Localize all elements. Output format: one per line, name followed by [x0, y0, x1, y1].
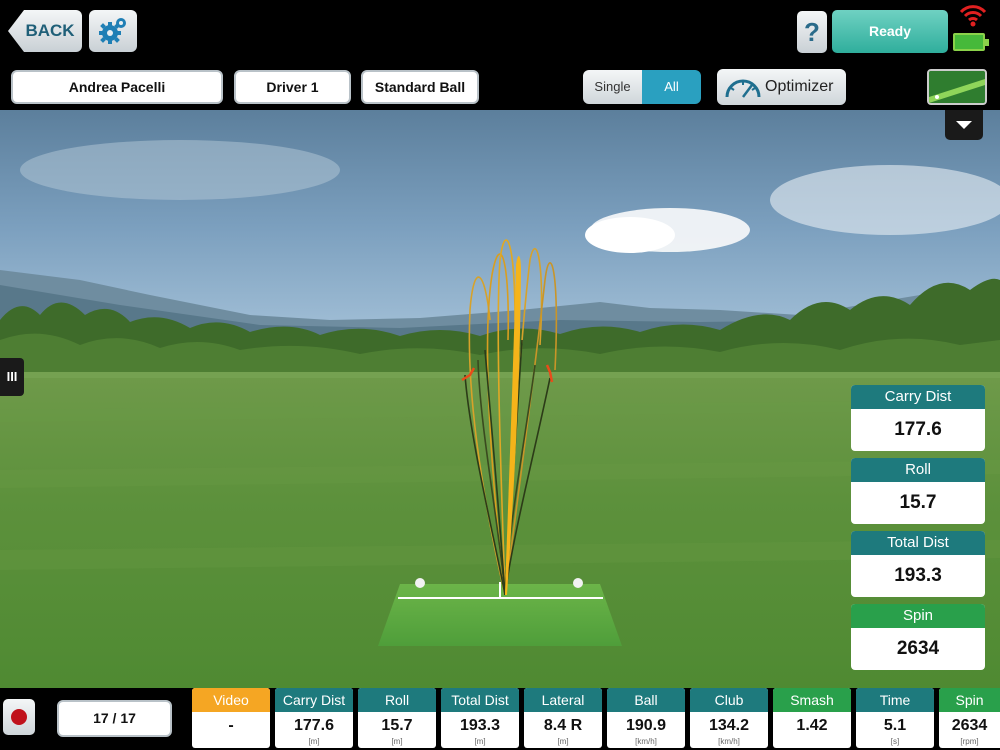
metric-value: 15.7 [381, 717, 413, 734]
chevron-down-icon [956, 121, 972, 129]
metric-label: Time [856, 688, 934, 712]
metric-spin: Spin 2634 [rpm] [939, 688, 1000, 748]
metric-value: 1.42 [796, 717, 828, 734]
metric-time: Time 5.1 [s] [856, 688, 934, 748]
course-view-button[interactable] [927, 69, 987, 105]
metric-value: - [228, 717, 234, 734]
metric-total-dist: Total Dist 193.3 [m] [441, 688, 519, 748]
wifi-icon [959, 5, 987, 27]
bottom-bar: 17 / 17 Video - Carry Dist 177.6 [m] Rol… [0, 688, 1000, 750]
stat-label: Carry Dist [851, 385, 985, 409]
record-icon [11, 709, 27, 725]
metric-label: Smash [773, 688, 851, 712]
stat-card-total: Total Dist 193.3 [851, 531, 985, 597]
metric-unit: [m] [474, 737, 486, 746]
metric-value: 177.6 [293, 717, 335, 734]
metric-unit: [s] [890, 737, 900, 746]
view-toggle: Single All [583, 70, 701, 104]
metric-ball-speed: Ball 190.9 [km/h] [607, 688, 685, 748]
metric-label: Video [192, 688, 270, 712]
ball-selector[interactable]: Standard Ball [361, 70, 479, 104]
metric-value: 134.2 [708, 717, 750, 734]
metric-label: Total Dist [441, 688, 519, 712]
metric-value: 8.4 R [543, 717, 583, 734]
stat-label: Roll [851, 458, 985, 482]
battery-icon [953, 33, 989, 51]
optimizer-button[interactable]: Optimizer [717, 69, 846, 105]
stat-card-roll: Roll 15.7 [851, 458, 985, 524]
single-view-button[interactable]: Single [583, 70, 642, 104]
metric-label: Club [690, 688, 768, 712]
course-map-icon [929, 71, 985, 103]
side-panel-handle[interactable]: III [0, 358, 24, 396]
metric-label: Roll [358, 688, 436, 712]
shot-counter[interactable]: 17 / 17 [57, 700, 172, 737]
top-bar: BACK ? Ready Andrea Pacelli Driver 1 Sta… [0, 0, 1000, 110]
stat-value: 193.3 [894, 565, 942, 586]
metric-roll: Roll 15.7 [m] [358, 688, 436, 748]
metric-unit: [m] [308, 737, 320, 746]
metric-carry-dist: Carry Dist 177.6 [m] [275, 688, 353, 748]
range-scene: III Carry Dist 177.6 Roll 15.7 Total Dis… [0, 110, 1000, 688]
club-selector[interactable]: Driver 1 [234, 70, 351, 104]
shot-trajectories [461, 239, 558, 596]
metric-smash: Smash 1.42 [773, 688, 851, 748]
dropdown-button[interactable] [945, 110, 983, 140]
optimizer-label: Optimizer [765, 78, 834, 95]
metric-value: 5.1 [883, 717, 907, 734]
metric-lateral: Lateral 8.4 R [m] [524, 688, 602, 748]
stat-label: Total Dist [851, 531, 985, 555]
back-button[interactable]: BACK [8, 10, 82, 52]
metric-unit: [rpm] [960, 737, 979, 746]
metric-label: Ball [607, 688, 685, 712]
ready-status-button[interactable]: Ready [832, 10, 948, 53]
stat-card-spin: Spin 2634 [851, 604, 985, 670]
all-view-button[interactable]: All [642, 70, 701, 104]
metric-label: Spin [939, 688, 1000, 712]
metric-value: 2634 [951, 717, 988, 734]
player-selector[interactable]: Andrea Pacelli [11, 70, 223, 104]
metric-unit: [km/h] [635, 737, 657, 746]
metric-label: Carry Dist [275, 688, 353, 712]
stat-label: Spin [851, 604, 985, 628]
stat-value: 2634 [896, 638, 940, 659]
settings-button[interactable] [89, 10, 137, 52]
record-button[interactable] [3, 699, 35, 735]
stat-value: 177.6 [894, 419, 942, 440]
gear-icon [99, 18, 126, 44]
metric-club-speed: Club 134.2 [km/h] [690, 688, 768, 748]
metric-unit: [km/h] [718, 737, 740, 746]
metric-value: 190.9 [625, 717, 667, 734]
stat-value: 15.7 [899, 492, 937, 513]
metric-label: Lateral [524, 688, 602, 712]
metric-video[interactable]: Video - [192, 688, 270, 748]
speedometer-icon [725, 79, 761, 98]
metric-unit: [m] [557, 737, 569, 746]
stat-card-carry: Carry Dist 177.6 [851, 385, 985, 451]
metric-value: 193.3 [459, 717, 501, 734]
metric-unit: [m] [391, 737, 403, 746]
help-button[interactable]: ? [797, 11, 827, 53]
